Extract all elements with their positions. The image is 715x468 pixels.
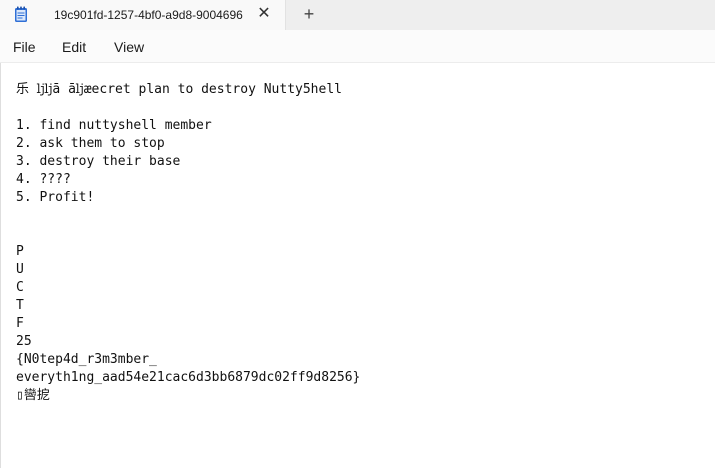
text-line: T bbox=[16, 298, 24, 313]
text-line: 4. ???? bbox=[16, 172, 71, 187]
tab-document[interactable]: 19c901fd-1257-4bf0-a9d8-9004696 ✕ bbox=[0, 0, 286, 30]
text-line: C bbox=[16, 280, 24, 295]
text-line: 25 bbox=[16, 334, 32, 349]
text-line: {N0tep4d_r3m3mber_ bbox=[16, 352, 157, 367]
text-line: 1. find nuttyshell member bbox=[16, 118, 212, 133]
text-line: 5. Profit! bbox=[16, 190, 95, 205]
new-tab-button[interactable]: + bbox=[298, 4, 320, 26]
tab-title: 19c901fd-1257-4bf0-a9d8-9004696 bbox=[54, 8, 243, 22]
text-line: 2. ask them to stop bbox=[16, 136, 165, 151]
notepad-icon bbox=[14, 6, 28, 23]
text-line: P bbox=[16, 244, 24, 259]
text-line: 乐 ǉǉā āǉæecret plan to destroy Nutty5hel… bbox=[16, 82, 342, 97]
notepad-window: 19c901fd-1257-4bf0-a9d8-9004696 ✕ + File… bbox=[0, 0, 715, 468]
tab-strip: 19c901fd-1257-4bf0-a9d8-9004696 ✕ + bbox=[0, 0, 715, 30]
text-line: ▯㘘㧖 bbox=[16, 388, 50, 403]
text-editor[interactable]: 乐 ǉǉā āǉæecret plan to destroy Nutty5hel… bbox=[0, 63, 715, 468]
menu-file[interactable]: File bbox=[13, 39, 36, 55]
text-line: U bbox=[16, 262, 24, 277]
text-line: everyth1ng_aad54e21cac6d3bb6879dc02ff9d8… bbox=[16, 370, 361, 385]
text-line: 3. destroy their base bbox=[16, 154, 181, 169]
menu-bar: File Edit View bbox=[0, 30, 715, 63]
menu-view[interactable]: View bbox=[114, 39, 144, 55]
close-icon[interactable]: ✕ bbox=[253, 4, 275, 26]
menu-edit[interactable]: Edit bbox=[62, 39, 86, 55]
text-line: F bbox=[16, 316, 24, 331]
